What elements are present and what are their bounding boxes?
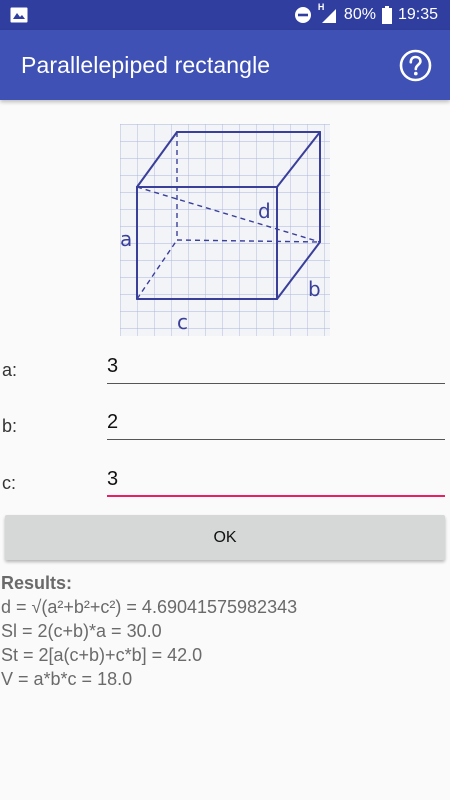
ok-button[interactable]: OK [5, 515, 445, 560]
label-b: b [308, 277, 321, 301]
results-heading: Results: [1, 573, 73, 593]
field-a-row: a: [0, 350, 450, 400]
field-b-row: b: [0, 406, 450, 456]
field-a-label: a: [2, 360, 18, 380]
result-lateral-area: Sl = 2(c+b)*a = 30.0 [1, 621, 162, 641]
clock: 19:35 [397, 6, 438, 23]
results-panel: Results: d = √(a²+b²+c²) = 4.69041575982… [1, 571, 297, 691]
parallelepiped-diagram: a b c d [120, 124, 330, 336]
app-bar: Parallelepiped rectangle [0, 30, 450, 100]
image-notification-icon [10, 7, 30, 23]
status-bar: H 80% 19:35 [0, 0, 450, 30]
label-a: a [120, 227, 132, 251]
do-not-disturb-icon [294, 6, 312, 24]
signal-icon: H [318, 2, 338, 24]
field-b-label: b: [2, 416, 18, 436]
battery-percentage: 80% [343, 6, 376, 23]
result-diagonal: d = √(a²+b²+c²) = 4.69041575982343 [1, 597, 298, 617]
help-button[interactable] [399, 49, 432, 82]
field-c-label: c: [2, 473, 17, 493]
field-b-input[interactable] [107, 406, 445, 440]
result-total-area: St = 2[a(c+b)+c*b] = 42.0 [1, 645, 203, 665]
label-c: c [177, 310, 188, 334]
field-c-input[interactable] [107, 463, 445, 497]
label-d: d [258, 199, 271, 223]
result-volume: V = a*b*c = 18.0 [1, 669, 133, 689]
battery-icon [381, 6, 392, 24]
help-icon [399, 49, 432, 82]
field-a-input[interactable] [107, 350, 445, 384]
page-title: Parallelepiped rectangle [21, 52, 271, 78]
field-c-row: c: [0, 463, 450, 513]
